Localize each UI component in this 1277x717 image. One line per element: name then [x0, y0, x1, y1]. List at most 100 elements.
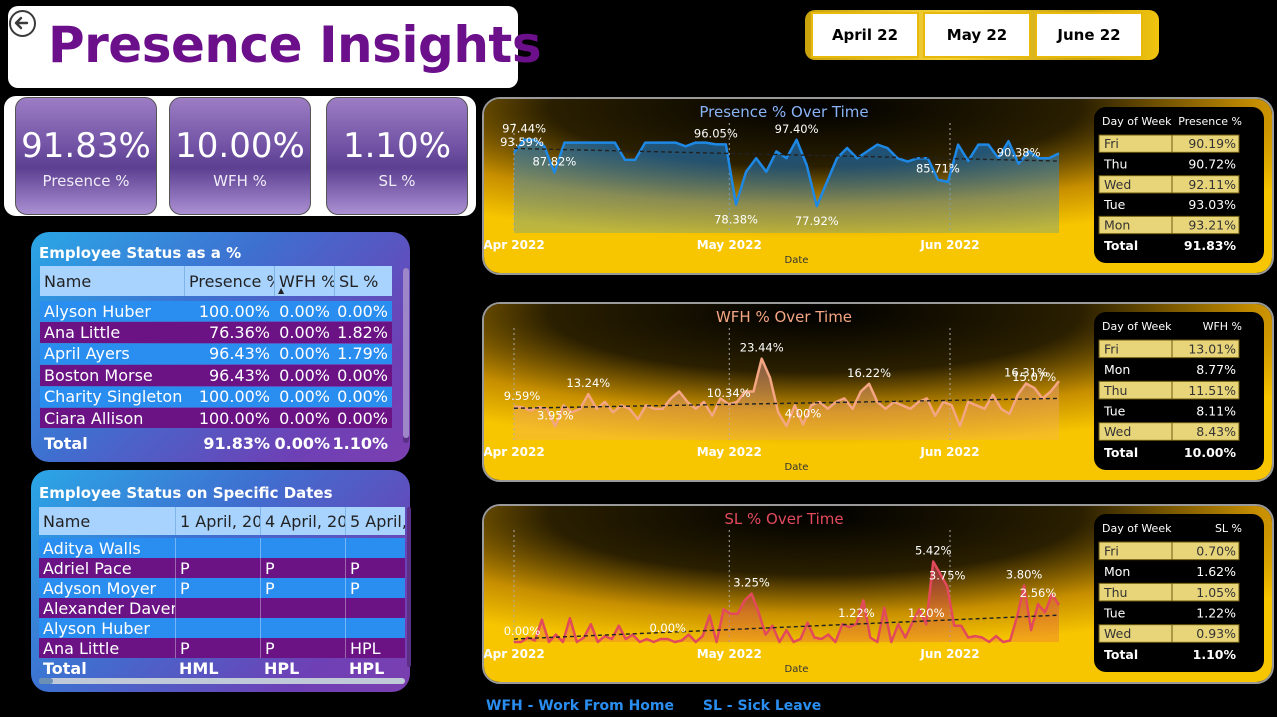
day-value: 93.21%	[1188, 218, 1236, 233]
data-label: 13.24%	[566, 376, 610, 390]
table-row[interactable]: Ciara Allison 100.00% 0.00% 0.00%	[40, 407, 392, 429]
column-header-day[interactable]: Day of Week	[1102, 320, 1172, 333]
column-header-value[interactable]: SL %	[1215, 522, 1242, 535]
table-row[interactable]: Alyson Huber	[39, 618, 405, 638]
month-button-june[interactable]: June 22	[1035, 12, 1143, 58]
chart-title: SL % Over Time	[724, 510, 843, 528]
column-header-date-1[interactable]: 1 April, 2022	[175, 507, 260, 535]
table-row[interactable]: Alyson Huber 100.00% 0.00% 0.00%	[40, 301, 392, 322]
column-header-label: WFH %	[279, 271, 334, 291]
month-button-april[interactable]: April 22	[811, 12, 919, 58]
table-row[interactable]: April Ayers 96.43% 0.00% 1.79%	[40, 343, 392, 365]
month-button-may[interactable]: May 22	[923, 12, 1031, 58]
back-arrow-icon[interactable]	[9, 10, 36, 37]
sl-value: 1.79%	[337, 344, 388, 364]
data-label: 4.00%	[785, 406, 822, 420]
sl-value: 0.00%	[337, 301, 388, 321]
status-value: P	[175, 558, 260, 578]
data-label: 96.05%	[694, 126, 738, 140]
kpi-label: SL %	[378, 171, 416, 190]
wfh-chart-panel: WFH % Over Time Apr 2022 May 2022 Jun 2022 D…	[482, 302, 1274, 482]
chart-title: WFH % Over Time	[716, 308, 852, 326]
day-value: 92.11%	[1188, 177, 1236, 192]
data-label: 3.95%	[537, 408, 574, 422]
table-row[interactable]: Ana Little P P HPL	[39, 638, 405, 658]
kpi-label: Presence %	[42, 171, 130, 190]
data-label: 77.92%	[795, 214, 839, 228]
day-label: Fri	[1104, 543, 1119, 558]
total-date-3: HPL	[349, 658, 385, 678]
day-value: 11.51%	[1188, 383, 1236, 398]
column-header-day[interactable]: Day of Week	[1102, 522, 1172, 535]
table-row[interactable]: Ana Little 76.36% 0.00% 1.82%	[40, 322, 392, 343]
x-tick-label: May 2022	[697, 445, 762, 459]
employee-status-pct-panel: Employee Status as a % Name Presence % W…	[31, 232, 410, 462]
horizontal-scrollbar[interactable]	[39, 678, 405, 684]
total-label: Total	[43, 658, 87, 678]
status-value	[175, 598, 260, 618]
sl-chart-panel: SL % Over Time Apr 2022 May 2022 Jun 2022 Da…	[482, 504, 1274, 684]
chart-title: Presence % Over Time	[699, 103, 868, 121]
column-header-name[interactable]: Name	[39, 507, 175, 535]
x-axis-label: Date	[785, 664, 809, 675]
table-row[interactable]: Adriel Pace P P P	[39, 558, 405, 578]
vertical-scrollbar[interactable]	[407, 507, 411, 667]
table-total-row: Total HML HPL HPL	[39, 658, 405, 678]
sort-desc-icon: ▲	[278, 286, 285, 295]
day-label: Fri	[1104, 136, 1119, 151]
kpi-card-sl: 1.10% SL %	[326, 97, 468, 215]
employee-name: Adriel Pace	[43, 558, 132, 578]
column-header-presence[interactable]: Presence %	[184, 266, 274, 296]
presence-value: 100.00%	[198, 387, 270, 407]
wfh-value: 0.00%	[279, 301, 330, 321]
employee-name: Alyson Huber	[44, 301, 151, 321]
table-row[interactable]: Adyson Moyer P P P	[39, 578, 405, 598]
data-label: 5.42%	[915, 543, 952, 557]
data-label: 97.44%	[502, 122, 546, 136]
status-value: P	[260, 558, 345, 578]
scrollbar-thumb[interactable]	[403, 268, 409, 438]
kpi-value: 1.10%	[342, 126, 451, 167]
status-value	[345, 538, 405, 558]
total-value: 91.83%	[1184, 238, 1237, 253]
data-label: 10.34%	[707, 386, 751, 400]
table-row[interactable]: Aditya Walls	[39, 538, 405, 558]
x-tick-label: Jun 2022	[919, 445, 979, 459]
day-label: Wed	[1104, 626, 1131, 641]
column-header-sl[interactable]: SL %	[334, 266, 392, 296]
sl-chart: SL % Over Time Apr 2022 May 2022 Jun 2022 Da…	[484, 506, 1272, 682]
column-header-value[interactable]: WFH %	[1203, 320, 1242, 333]
day-label: Thu	[1103, 383, 1127, 398]
column-header-day[interactable]: Day of Week	[1102, 115, 1172, 128]
column-header-value[interactable]: Presence %	[1178, 115, 1242, 128]
employee-name: Alyson Huber	[43, 618, 150, 638]
vertical-scrollbar[interactable]	[403, 268, 409, 443]
day-value: 13.01%	[1188, 341, 1236, 356]
total-date-1: HML	[179, 658, 219, 678]
day-value: 90.19%	[1188, 136, 1236, 151]
scrollbar-thumb[interactable]	[39, 678, 53, 684]
day-value: 8.77%	[1196, 362, 1236, 377]
kpi-value: 10.00%	[175, 126, 305, 167]
column-header-date-2[interactable]: 4 April, 2022	[260, 507, 345, 535]
data-label: 97.40%	[775, 122, 819, 136]
column-header-date-3[interactable]: 5 April, 2022	[345, 507, 405, 535]
employee-name: Adyson Moyer	[43, 578, 157, 598]
status-value: P	[345, 578, 405, 598]
table-row[interactable]: Charity Singleton 100.00% 0.00% 0.00%	[40, 386, 392, 407]
day-label: Mon	[1104, 362, 1130, 377]
day-value: 1.62%	[1196, 564, 1236, 579]
column-header-wfh[interactable]: WFH % ▲	[274, 266, 334, 296]
day-label: Tue	[1103, 605, 1126, 620]
data-label: 90.38%	[997, 146, 1041, 160]
table-row[interactable]: Alexander Davenport	[39, 598, 405, 618]
wfh-legend-note: WFH - Work From Home	[486, 698, 675, 714]
total-sl: 1.10%	[334, 433, 388, 453]
status-value: P	[260, 578, 345, 598]
status-value: P	[175, 578, 260, 598]
column-header-name[interactable]: Name	[40, 266, 184, 296]
wfh-chart: WFH % Over Time Apr 2022 May 2022 Jun 2022 D…	[484, 304, 1272, 480]
table-row[interactable]: Boston Morse 96.43% 0.00% 0.00%	[40, 365, 392, 386]
employee-name: Charity Singleton	[44, 387, 183, 407]
day-label: Thu	[1103, 585, 1127, 600]
